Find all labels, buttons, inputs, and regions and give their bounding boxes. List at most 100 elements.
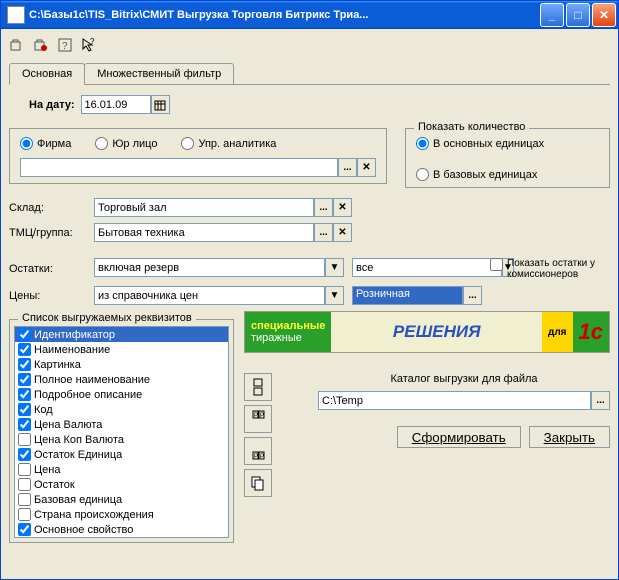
side-button-1[interactable] (244, 373, 272, 401)
requisite-item[interactable]: Идентификатор (15, 327, 228, 342)
requisite-item[interactable]: Картинка (15, 357, 228, 372)
requisite-checkbox[interactable] (18, 328, 31, 341)
requisite-label: Картинка (34, 359, 81, 371)
prices-type-input[interactable]: Розничная (352, 286, 463, 305)
svg-text:P: P (260, 413, 264, 419)
toolbar-icon-2[interactable] (33, 37, 49, 53)
app-icon (7, 6, 25, 24)
warehouse-label: Склад: (9, 202, 94, 214)
requisite-item[interactable]: Подробное описание (15, 387, 228, 402)
quantity-fieldset: Показать количество В основных единицах … (405, 128, 610, 188)
requisite-item[interactable]: Цена Валюта (15, 417, 228, 432)
side-button-3[interactable]: PP (244, 437, 272, 465)
requisites-list[interactable]: Идентификатор Наименование Картинка Полное … (14, 326, 229, 538)
requisite-item[interactable]: Код (15, 402, 228, 417)
tab-bar: Основная Множественный фильтр (9, 63, 610, 85)
requisite-checkbox[interactable] (18, 493, 31, 506)
maximize-button[interactable]: □ (566, 3, 590, 27)
generate-button[interactable]: Сформировать (397, 426, 521, 448)
requisite-checkbox[interactable] (18, 343, 31, 356)
requisite-label: Наименование (34, 344, 110, 356)
requisite-label: Цена Коп Валюта (34, 434, 124, 446)
minimize-button[interactable]: _ (540, 3, 564, 27)
banner: специальныетиражные РЕШЕНИЯ для 1с (244, 311, 610, 353)
help-icon[interactable]: ? (57, 37, 73, 53)
copy-icon-button[interactable] (244, 469, 272, 497)
radio-qty-base[interactable]: В базовых единицах (416, 168, 575, 181)
warehouse-select-button[interactable]: ... (314, 198, 333, 217)
filter-clear-button[interactable]: ✕ (357, 158, 376, 177)
requisite-label: Основное свойство (34, 524, 133, 536)
tab-main[interactable]: Основная (9, 63, 85, 85)
calendar-button[interactable] (151, 95, 170, 114)
goods-select-button[interactable]: ... (314, 223, 333, 242)
requisite-label: Цена (34, 464, 60, 476)
requisite-item[interactable]: Наименование (15, 342, 228, 357)
requisite-checkbox[interactable] (18, 358, 31, 371)
requisite-item[interactable]: Основное свойство (15, 522, 228, 537)
commission-checkbox[interactable]: Показать остатки у комиссионеров (490, 258, 610, 280)
radio-firm[interactable]: Фирма (20, 137, 71, 150)
svg-text:P: P (254, 454, 258, 460)
requisite-item[interactable]: Цена Коп Валюта (15, 432, 228, 447)
requisite-label: Полное наименование (34, 374, 150, 386)
filter-select-button[interactable]: ... (338, 158, 357, 177)
side-button-2[interactable]: PP (244, 405, 272, 433)
prices-source-input[interactable] (94, 286, 325, 305)
requisite-item[interactable]: Остаток (15, 477, 228, 492)
toolbar-icon-1[interactable] (9, 37, 25, 53)
requisite-checkbox[interactable] (18, 508, 31, 521)
goods-input[interactable] (94, 223, 314, 242)
prices-source-dropdown[interactable]: ▼ (325, 286, 344, 305)
close-dialog-button[interactable]: Закрыть (529, 426, 610, 448)
catalog-label: Каталог выгрузки для файла (318, 373, 610, 385)
quantity-legend: Показать количество (414, 121, 529, 133)
requisite-checkbox[interactable] (18, 463, 31, 476)
radio-analytics[interactable]: Упр. аналитика (181, 137, 276, 150)
requisite-label: Остаток Единица (34, 449, 122, 461)
warehouse-input[interactable] (94, 198, 314, 217)
balance-reserve-input[interactable] (94, 258, 325, 277)
requisite-label: Цена Валюта (34, 419, 102, 431)
requisite-checkbox[interactable] (18, 373, 31, 386)
warehouse-clear-button[interactable]: ✕ (333, 198, 352, 217)
requisites-legend: Список выгружаемых реквизитов (18, 312, 196, 324)
requisite-item[interactable]: Страна происхождения (15, 507, 228, 522)
date-label: На дату: (29, 99, 75, 111)
requisite-checkbox[interactable] (18, 403, 31, 416)
svg-text:P: P (254, 413, 258, 419)
date-input[interactable] (81, 95, 151, 114)
cursor-help-icon[interactable]: ? (81, 37, 97, 53)
requisite-item[interactable]: Остаток Единица (15, 447, 228, 462)
catalog-path-input[interactable] (318, 391, 591, 410)
requisite-checkbox[interactable] (18, 388, 31, 401)
radio-qty-main[interactable]: В основных единицах (416, 137, 575, 150)
balance-reserve-dropdown[interactable]: ▼ (325, 258, 344, 277)
svg-text:?: ? (62, 41, 68, 52)
balance-label: Остатки: (9, 263, 94, 275)
requisite-label: Идентификатор (34, 329, 115, 341)
goods-label: ТМЦ/группа: (9, 227, 94, 239)
requisite-checkbox[interactable] (18, 523, 31, 536)
requisite-checkbox[interactable] (18, 418, 31, 431)
requisite-label: Базовая единица (34, 494, 122, 506)
requisite-checkbox[interactable] (18, 478, 31, 491)
window-title: C:\Базы1с\TIS_Bitrix\СМИТ Выгрузка Торго… (29, 9, 540, 21)
requisite-item[interactable]: Полное наименование (15, 372, 228, 387)
requisite-item[interactable]: Цена (15, 462, 228, 477)
filter-input[interactable] (20, 158, 338, 177)
catalog-browse-button[interactable]: ... (591, 391, 610, 410)
requisite-item[interactable]: Базовая единица (15, 492, 228, 507)
toolbar: ? ? (1, 29, 618, 61)
requisite-checkbox[interactable] (18, 448, 31, 461)
close-button[interactable]: ✕ (592, 3, 616, 27)
filter-fieldset: Фирма Юр лицо Упр. аналитика ... ✕ (9, 128, 387, 184)
goods-clear-button[interactable]: ✕ (333, 223, 352, 242)
balance-all-input[interactable] (352, 258, 502, 277)
tab-multi-filter[interactable]: Множественный фильтр (84, 63, 234, 84)
radio-legal[interactable]: Юр лицо (95, 137, 157, 150)
requisite-item[interactable]: Группа 1 Наименование (15, 537, 228, 538)
prices-type-button[interactable]: ... (463, 286, 482, 305)
requisite-checkbox[interactable] (18, 433, 31, 446)
requisite-label: Код (34, 404, 53, 416)
